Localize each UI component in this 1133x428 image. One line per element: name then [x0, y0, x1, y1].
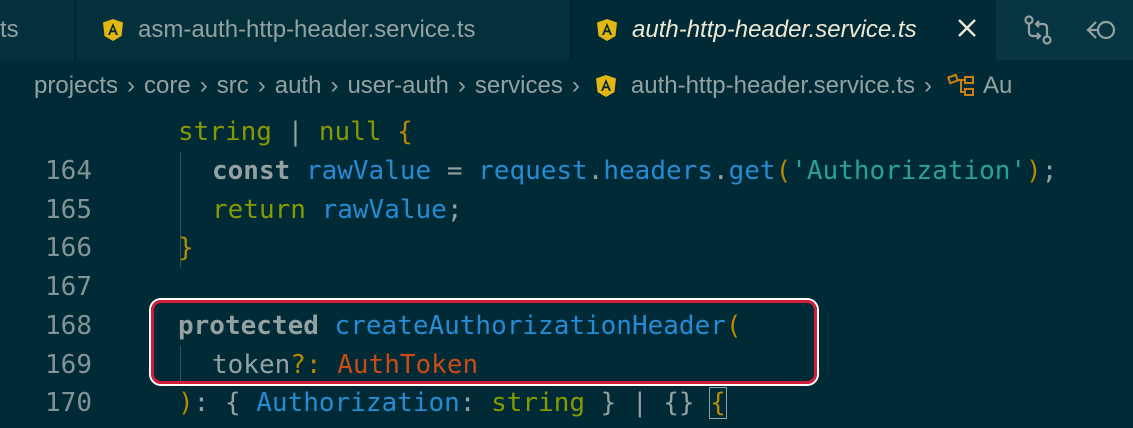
token: null [318, 117, 382, 147]
token: . [712, 156, 729, 186]
angular-icon [595, 74, 617, 98]
chevron-right-icon: › [199, 72, 208, 99]
angular-icon [596, 18, 618, 42]
token: = [431, 156, 479, 186]
line-number: 168 [45, 311, 92, 341]
chevron-right-icon: › [127, 72, 136, 99]
tab-bar: ts asm-auth-http-header.service.ts auth-… [0, 0, 1133, 60]
close-icon[interactable] [953, 14, 981, 42]
code-line: return rawValue; [212, 191, 462, 230]
code-line: ): { Authorization: string } | {} { [178, 384, 727, 423]
token: 'Authorization' [791, 156, 1027, 186]
line-number: 169 [45, 350, 92, 380]
token: } [178, 233, 194, 263]
code-line: const rawValue = request.headers.get('Au… [212, 152, 1057, 191]
angular-icon [102, 18, 124, 42]
token: { [709, 387, 727, 419]
token: ; [446, 195, 463, 225]
tab-asm-auth-http-header[interactable]: asm-auth-http-header.service.ts [76, 0, 570, 60]
token: string [178, 117, 272, 147]
tab-label: ts [0, 16, 19, 43]
token: ; [1041, 156, 1058, 186]
chevron-right-icon: › [924, 72, 933, 99]
breadcrumb: projects › core › src › auth › user-auth… [0, 60, 1133, 112]
breadcrumb-item-src[interactable]: src [217, 72, 249, 100]
line-number: 166 [45, 233, 92, 263]
token: request [478, 156, 588, 186]
code-line: } [178, 229, 194, 268]
breadcrumb-item-services[interactable]: services [475, 72, 563, 100]
token: | [271, 117, 319, 147]
token: ) [178, 388, 194, 418]
compare-changes-icon[interactable] [1018, 10, 1058, 50]
token: { [224, 388, 241, 418]
token: get [728, 156, 776, 186]
tab-label: auth-http-header.service.ts [632, 16, 917, 43]
highlight-annotation-box [151, 300, 817, 384]
tab-label: asm-auth-http-header.service.ts [138, 16, 476, 43]
line-number: 164 [45, 156, 92, 186]
breadcrumb-item-user-auth[interactable]: user-auth [347, 72, 448, 100]
token: const [212, 156, 291, 186]
token: headers [603, 156, 713, 186]
code-editor[interactable]: string | null { 164 const rawValue = req… [0, 112, 1133, 428]
chevron-right-icon: › [571, 72, 580, 99]
chevron-right-icon: › [457, 72, 466, 99]
line-number: 170 [45, 388, 92, 418]
breadcrumb-item-projects[interactable]: projects [34, 72, 118, 100]
tab-ts[interactable]: ts [0, 0, 74, 60]
code-line: string | null { [178, 113, 413, 152]
class-symbol-icon [946, 73, 977, 99]
token: rawValue [305, 156, 432, 186]
token: return [212, 195, 306, 225]
tab-auth-http-header[interactable]: auth-http-header.service.ts [572, 0, 996, 60]
token: } | {} [585, 388, 711, 418]
chevron-right-icon: › [257, 72, 266, 99]
token: { [381, 117, 413, 147]
token: : [193, 388, 225, 418]
breadcrumb-item-core[interactable]: core [144, 72, 191, 100]
breadcrumb-item-symbol[interactable]: Au [983, 72, 1012, 100]
token: rawValue [321, 195, 447, 225]
token: ( [775, 156, 792, 186]
go-back-icon[interactable] [1082, 10, 1122, 50]
token: Authorization [256, 388, 460, 418]
token: ) [1026, 156, 1042, 186]
token: . [587, 156, 604, 186]
breadcrumb-item-file[interactable]: auth-http-header.service.ts [631, 72, 915, 100]
token: : [459, 388, 492, 418]
line-number: 165 [45, 195, 92, 225]
token: string [491, 388, 586, 418]
breadcrumb-item-auth[interactable]: auth [275, 72, 322, 100]
line-number: 167 [45, 272, 92, 302]
chevron-right-icon: › [330, 72, 339, 99]
